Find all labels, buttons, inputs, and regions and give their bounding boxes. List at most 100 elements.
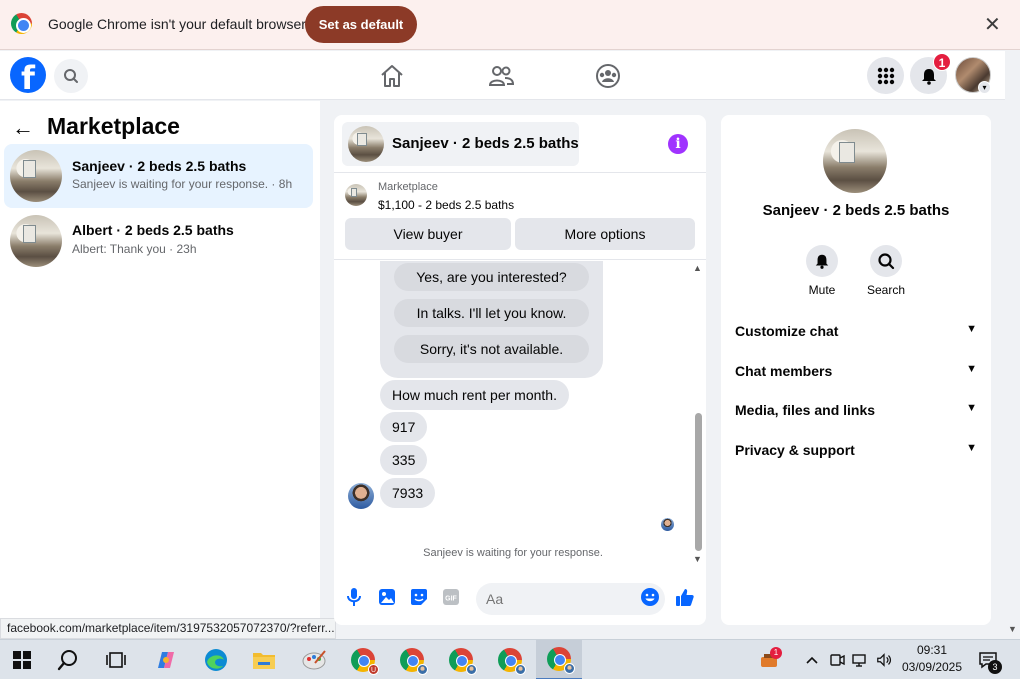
start-button[interactable]	[0, 640, 44, 679]
gif-icon[interactable]: GIF	[441, 587, 461, 607]
chrome-profile-4-button[interactable]	[488, 640, 532, 679]
thumbs-up-icon[interactable]	[675, 587, 695, 607]
chrome-profile-2-button[interactable]	[390, 640, 434, 679]
chevron-down-icon: ▼	[966, 323, 977, 335]
conversation-item[interactable]: Sanjeev · 2 beds 2.5 baths Sanjeev is wa…	[4, 144, 313, 208]
conversation-preview: Sanjeev is waiting for your response. · …	[72, 177, 293, 191]
home-icon[interactable]	[379, 63, 405, 89]
chevron-down-icon: ▼	[966, 363, 977, 375]
quick-reply-button[interactable]: Yes, are you interested?	[394, 263, 589, 291]
file-explorer-button[interactable]	[242, 640, 286, 679]
menu-button[interactable]	[867, 57, 904, 94]
chrome-icon: U	[351, 648, 379, 675]
conversation-preview: Albert: Thank you · 23h	[72, 242, 197, 256]
page-scroll-down-icon[interactable]: ▼	[1008, 624, 1017, 634]
message-scrollbar[interactable]: ▲ ▼	[692, 263, 704, 564]
sticker-icon[interactable]	[409, 587, 429, 607]
customize-chat-section[interactable]: Customize chat ▼	[735, 323, 977, 347]
folder-icon	[253, 653, 275, 669]
message-bubble: How much rent per month.	[380, 380, 569, 410]
photo-icon[interactable]	[377, 587, 397, 607]
section-label: Chat members	[735, 363, 833, 379]
chrome-logo-icon	[11, 13, 32, 34]
clock-time[interactable]: 09:31	[907, 643, 957, 657]
chat-details-title: Sanjeev · 2 beds 2.5 baths	[762, 202, 950, 219]
chevron-down-icon[interactable]: ▾	[978, 81, 991, 94]
facebook-logo[interactable]: f	[10, 57, 46, 93]
copilot-icon	[158, 652, 174, 668]
microphone-icon[interactable]	[344, 587, 364, 607]
quick-reply-button[interactable]: In talks. I'll let you know.	[394, 299, 589, 327]
chat-header[interactable]: Sanjeev · 2 beds 2.5 baths	[342, 122, 579, 166]
chat-title: Sanjeev · 2 beds 2.5 baths	[392, 135, 579, 152]
copilot-button[interactable]	[144, 640, 188, 679]
notification-badge: 1	[933, 53, 951, 71]
search-button[interactable]	[54, 59, 88, 93]
listing-thumbnail	[348, 126, 384, 162]
message-bubble: 917	[380, 412, 428, 442]
clock-date[interactable]: 03/09/2025	[900, 660, 964, 674]
windows-logo-icon	[13, 651, 31, 669]
volume-icon[interactable]	[876, 652, 892, 668]
chrome-icon	[400, 648, 428, 675]
section-label: Privacy & support	[735, 442, 855, 458]
search-label: Search	[866, 283, 906, 297]
chrome-profile-1-button[interactable]: U	[341, 640, 385, 679]
marketplace-listing-strip: Marketplace $1,100 - 2 beds 2.5 baths Vi…	[334, 172, 706, 260]
friends-icon[interactable]	[488, 63, 514, 89]
taskbar-search-button[interactable]	[46, 640, 90, 679]
message-thread: Yes, are you interested? In talks. I'll …	[334, 261, 706, 573]
search-icon	[878, 253, 895, 270]
section-label: Customize chat	[735, 323, 839, 339]
chevron-up-icon[interactable]	[804, 652, 820, 668]
scroll-thumb[interactable]	[695, 413, 702, 551]
quick-reply-options: Yes, are you interested? In talks. I'll …	[380, 261, 603, 378]
svg-text:GIF: GIF	[445, 596, 457, 603]
bell-icon	[815, 254, 829, 269]
link-status-bar: facebook.com/marketplace/item/3197532057…	[0, 618, 336, 639]
marketplace-label: Marketplace	[378, 181, 438, 193]
menu-grid-icon	[877, 67, 894, 84]
back-arrow-icon[interactable]: ←	[12, 115, 34, 141]
mute-action[interactable]: Mute	[792, 245, 852, 297]
close-icon[interactable]: ✕	[984, 12, 1001, 37]
windows-taskbar: U 1 09:31 03/09/2025 3	[0, 639, 1020, 679]
search-icon	[57, 650, 77, 671]
chrome-profile-5-button[interactable]	[536, 640, 582, 679]
chat-members-section[interactable]: Chat members ▼	[735, 363, 977, 387]
scroll-up-icon[interactable]: ▲	[693, 263, 702, 273]
view-buyer-button[interactable]: View buyer	[345, 218, 511, 250]
chrome-profile-3-button[interactable]	[439, 640, 483, 679]
conversation-item[interactable]: Albert · 2 beds 2.5 baths Albert: Thank …	[4, 209, 313, 273]
task-view-icon	[106, 652, 126, 668]
page-title: Marketplace	[47, 113, 180, 139]
edge-button[interactable]	[194, 640, 238, 679]
search-icon	[64, 69, 78, 83]
info-icon[interactable]: i	[668, 134, 688, 154]
emoji-icon[interactable]	[640, 587, 660, 607]
media-files-links-section[interactable]: Media, files and links ▼	[735, 402, 977, 426]
network-icon[interactable]	[852, 652, 868, 668]
set-as-default-button[interactable]: Set as default	[305, 6, 417, 43]
notification-count-badge: 3	[988, 660, 1002, 674]
message-input[interactable]	[476, 583, 665, 615]
task-view-button[interactable]	[94, 640, 138, 679]
privacy-support-section[interactable]: Privacy & support ▼	[735, 442, 977, 466]
message-bubble: 7933	[380, 478, 436, 508]
default-browser-infobar: Google Chrome isn't your default browser…	[0, 0, 1020, 50]
listing-thumbnail	[10, 215, 62, 267]
sender-avatar	[348, 483, 374, 509]
paint-palette-icon	[302, 650, 326, 670]
message-bubble: 335	[380, 445, 428, 475]
more-options-button[interactable]: More options	[515, 218, 695, 250]
facebook-top-bar: f 1 ▾	[0, 51, 1005, 100]
section-label: Media, files and links	[735, 402, 876, 418]
scroll-down-icon[interactable]: ▼	[693, 554, 702, 564]
paint-button[interactable]	[292, 640, 336, 679]
meet-now-icon[interactable]	[829, 652, 845, 668]
groups-icon[interactable]	[595, 63, 621, 89]
quick-reply-button[interactable]: Sorry, it's not available.	[394, 335, 589, 363]
conversation-name: Sanjeev · 2 beds 2.5 baths	[72, 158, 247, 174]
search-action[interactable]: Search	[856, 245, 916, 297]
chevron-down-icon: ▼	[966, 402, 977, 414]
